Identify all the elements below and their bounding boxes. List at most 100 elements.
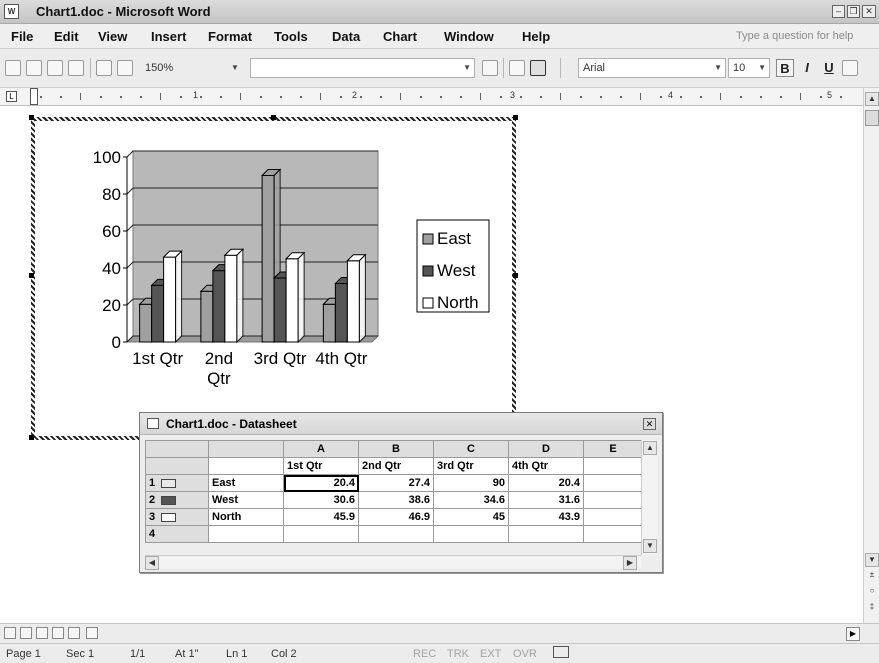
cell[interactable] <box>283 525 359 543</box>
vertical-scrollbar[interactable]: ▲ ▼ ± ○ ‡ <box>863 88 879 623</box>
selected-cell[interactable]: 20.4 <box>283 474 359 492</box>
scroll-up-icon[interactable]: ▲ <box>865 92 879 106</box>
document-area[interactable]: 100 80 60 40 20 0 1st Qtr 2nd Qtr 3rd Qtr 4th Qtr… <box>0 107 863 623</box>
restore-icon[interactable]: ❐ <box>847 5 860 18</box>
status-ovr[interactable]: OVR <box>513 648 537 660</box>
cell[interactable] <box>433 525 509 543</box>
view-datasheet-icon[interactable] <box>530 60 546 76</box>
help-question-box[interactable]: Type a question for help <box>736 30 853 42</box>
datasheet-horizontal-scrollbar[interactable]: ◀ ▶ <box>145 555 641 570</box>
column-header-e[interactable]: E <box>583 440 643 458</box>
cell[interactable] <box>583 508 643 526</box>
font-size-combo[interactable]: 10 ▼ <box>728 58 770 78</box>
font-combo[interactable]: Arial ▼ <box>578 58 726 78</box>
print-layout-view-icon[interactable] <box>36 627 48 639</box>
row-header[interactable]: 3 <box>145 508 209 526</box>
cell[interactable] <box>208 457 284 475</box>
scroll-down-icon[interactable]: ▼ <box>643 539 657 553</box>
menu-view[interactable]: View <box>98 29 127 44</box>
resize-handle[interactable] <box>513 273 518 278</box>
new-document-icon[interactable] <box>5 60 21 76</box>
print-icon[interactable] <box>96 60 112 76</box>
menu-edit[interactable]: Edit <box>54 29 79 44</box>
minimize-icon[interactable]: – <box>832 5 845 18</box>
cell[interactable]: 90 <box>433 474 509 492</box>
cell[interactable]: North <box>208 508 284 526</box>
cell[interactable] <box>208 525 284 543</box>
cell[interactable] <box>583 457 643 475</box>
cell[interactable]: 34.6 <box>433 491 509 509</box>
scroll-right-icon[interactable]: ▶ <box>846 627 860 641</box>
horizontal-ruler[interactable]: L 1 2 3 4 5 <box>0 88 863 106</box>
cell[interactable]: 3rd Qtr <box>433 457 509 475</box>
align-left-icon[interactable] <box>842 60 858 76</box>
underline-button[interactable]: U <box>820 59 838 77</box>
cell[interactable]: 46.9 <box>358 508 434 526</box>
chart-legend[interactable]: East West North <box>416 219 490 313</box>
menu-data[interactable]: Data <box>332 29 360 44</box>
menu-tools[interactable]: Tools <box>274 29 308 44</box>
resize-handle[interactable] <box>29 115 34 120</box>
format-chart-icon[interactable] <box>482 60 498 76</box>
italic-button[interactable]: I <box>798 59 816 77</box>
cell[interactable] <box>508 525 584 543</box>
cell[interactable]: 4th Qtr <box>508 457 584 475</box>
close-icon[interactable]: ✕ <box>643 418 656 430</box>
menu-window[interactable]: Window <box>444 29 494 44</box>
scroll-up-icon[interactable]: ▲ <box>643 441 657 455</box>
indent-marker-icon[interactable] <box>30 88 38 105</box>
outline-view-icon[interactable] <box>52 627 64 639</box>
cell[interactable]: 38.6 <box>358 491 434 509</box>
scroll-down-icon[interactable]: ▼ <box>865 553 879 567</box>
row-header[interactable]: 1 <box>145 474 209 492</box>
cell[interactable] <box>583 525 643 543</box>
save-icon[interactable] <box>47 60 63 76</box>
status-rec[interactable]: REC <box>413 648 436 660</box>
scroll-right-icon[interactable]: ▶ <box>623 556 637 570</box>
cell[interactable]: 27.4 <box>358 474 434 492</box>
tab-selector-icon[interactable]: L <box>6 91 17 102</box>
cell[interactable]: 30.6 <box>283 491 359 509</box>
menu-help[interactable]: Help <box>522 29 550 44</box>
column-header-d[interactable]: D <box>508 440 584 458</box>
row-header[interactable]: 2 <box>145 491 209 509</box>
cell[interactable]: 45.9 <box>283 508 359 526</box>
cell[interactable]: 43.9 <box>508 508 584 526</box>
status-ext[interactable]: EXT <box>480 648 501 660</box>
corner-cell[interactable] <box>145 440 209 458</box>
previous-page-icon[interactable]: ± <box>865 569 879 583</box>
cell[interactable]: 1st Qtr <box>283 457 359 475</box>
print-preview-icon[interactable] <box>117 60 133 76</box>
menu-chart[interactable]: Chart <box>383 29 417 44</box>
normal-view-icon[interactable] <box>4 627 16 639</box>
reading-layout-icon[interactable] <box>68 627 80 639</box>
scroll-left-icon[interactable] <box>86 627 98 639</box>
cell[interactable]: 2nd Qtr <box>358 457 434 475</box>
import-file-icon[interactable] <box>509 60 525 76</box>
column-header-b[interactable]: B <box>358 440 434 458</box>
bar-chart[interactable]: 100 80 60 40 20 0 1st Qtr 2ndQtr 3rd Qtr 4th Qtr… <box>72 145 492 410</box>
column-header-c[interactable]: C <box>433 440 509 458</box>
scroll-left-icon[interactable]: ◀ <box>145 556 159 570</box>
status-trk[interactable]: TRK <box>447 648 469 660</box>
column-header-a[interactable]: A <box>283 440 359 458</box>
menu-format[interactable]: Format <box>208 29 252 44</box>
resize-handle[interactable] <box>29 435 34 440</box>
menu-insert[interactable]: Insert <box>151 29 186 44</box>
bold-button[interactable]: B <box>776 59 794 77</box>
close-icon[interactable]: ✕ <box>862 5 876 18</box>
cell[interactable]: East <box>208 474 284 492</box>
zoom-combo[interactable]: 150% <box>140 58 180 78</box>
datasheet-vertical-scrollbar[interactable]: ▲ ▼ <box>641 440 657 555</box>
row-header-blank[interactable] <box>145 457 209 475</box>
next-page-icon[interactable]: ‡ <box>865 601 879 615</box>
datasheet-window[interactable]: Chart1.doc - Datasheet ✕ A B C D E 1st Q… <box>139 412 663 573</box>
permission-icon[interactable] <box>68 60 84 76</box>
web-layout-view-icon[interactable] <box>20 627 32 639</box>
open-folder-icon[interactable] <box>26 60 42 76</box>
resize-handle[interactable] <box>29 273 34 278</box>
cell[interactable]: 45 <box>433 508 509 526</box>
scroll-thumb[interactable] <box>865 110 879 126</box>
row-header[interactable]: 4 <box>145 525 209 543</box>
select-browse-object-icon[interactable]: ○ <box>865 585 879 599</box>
